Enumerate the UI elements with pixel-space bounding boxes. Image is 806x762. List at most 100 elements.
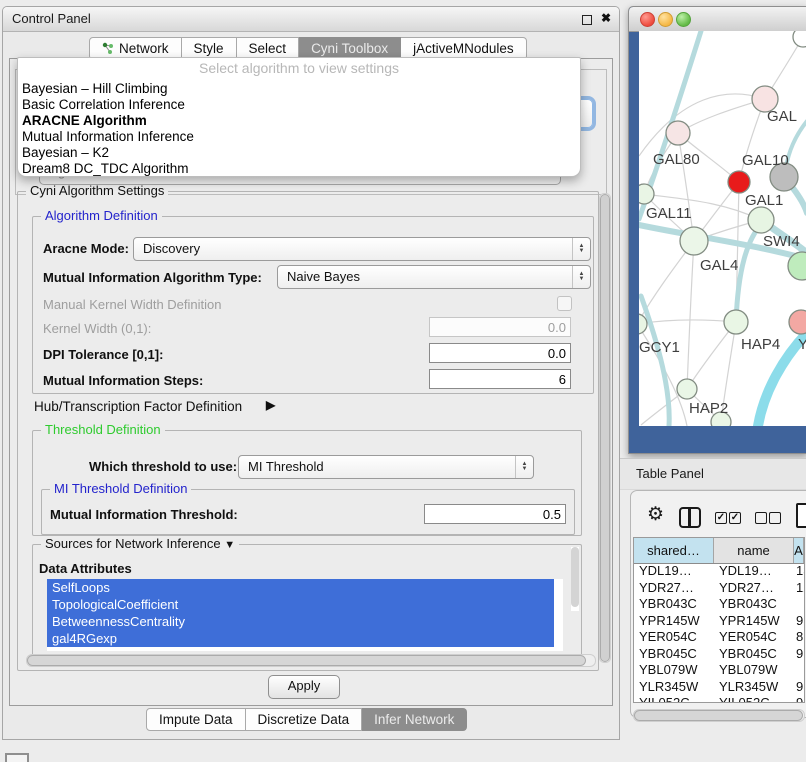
control-panel-titlebar[interactable]: Control Panel ✖ (3, 7, 619, 32)
algorithm-option[interactable]: Dream8 DC_TDC Algorithm (18, 161, 580, 177)
aracne-mode-combo[interactable]: Discovery ▲▼ (133, 237, 591, 261)
network-node[interactable] (789, 310, 806, 334)
zoom-traffic-light[interactable] (676, 12, 691, 27)
data-attribute-item[interactable]: BetweennessCentrality (47, 613, 554, 630)
threshold-definition-group: Threshold Definition Which threshold to … (32, 430, 582, 536)
tab-infer-network[interactable]: Infer Network (362, 708, 467, 731)
table-panel-header: Table Panel (620, 458, 806, 490)
table-row[interactable]: YPR145WYPR145W9. (634, 613, 804, 630)
deselect-checkbox-icon[interactable] (755, 512, 767, 524)
combo-stepper-icon: ▲▼ (515, 456, 533, 478)
table-cell: YLR345W (639, 679, 698, 696)
mi-threshold-field[interactable] (424, 504, 566, 524)
collapse-arrow-icon[interactable]: ▶ (266, 398, 275, 412)
tab-label: Select (249, 38, 287, 59)
network-node[interactable] (680, 227, 708, 255)
data-attributes-list: SelfLoopsTopologicalCoefficientBetweenne… (47, 579, 563, 651)
table-row[interactable]: YLR345W YLR345W 9. (634, 679, 804, 696)
table-cell: 8. (796, 629, 804, 646)
network-node-label: Y (798, 336, 806, 353)
table-cell: 13 (796, 563, 804, 580)
columns-icon[interactable] (679, 507, 701, 528)
algorithm-option[interactable]: Bayesian – Hill Climbing (18, 81, 580, 97)
aracne-mode-value: Discovery (143, 238, 200, 260)
network-node[interactable] (748, 207, 774, 233)
threshold-definition-title: Threshold Definition (41, 422, 165, 437)
data-attribute-item[interactable]: gal4RGexp (47, 630, 554, 647)
gear-icon[interactable]: ⚙ (647, 503, 664, 526)
table-row[interactable]: YBR043CYBR043C (634, 596, 804, 613)
mi-threshold-label: Mutual Information Threshold: (50, 507, 238, 522)
network-node[interactable] (724, 310, 748, 334)
settings-horizontal-scrollbar[interactable] (26, 654, 596, 667)
close-icon[interactable]: ✖ (601, 11, 611, 25)
apply-button[interactable]: Apply (268, 675, 340, 699)
table-row[interactable]: YDL19…YDL19…13 (634, 563, 804, 580)
table-horizontal-scrollbar[interactable] (633, 709, 805, 722)
hub-definition-label[interactable]: Hub/Transcription Factor Definition (34, 399, 242, 414)
network-canvas[interactable]: GALGAL80GAL10GAL1GAL11SWI4GAL4GCY1HAP4YH… (639, 31, 806, 426)
network-node[interactable] (793, 31, 806, 47)
mi-type-combo[interactable]: Naive Bayes ▲▼ (277, 265, 591, 289)
column-header-name[interactable]: name (714, 538, 794, 563)
table-row[interactable]: YER054CYER054C8. (634, 629, 804, 646)
table-row[interactable]: YDR27…YDR27…12 (634, 580, 804, 597)
sources-group-title[interactable]: Sources for Network Inference ▼ (41, 536, 239, 551)
manual-kernel-checkbox[interactable] (557, 296, 572, 311)
select-all-checkbox-icon[interactable]: ✓ (715, 512, 727, 524)
minimize-traffic-light[interactable] (658, 12, 673, 27)
which-threshold-value: MI Threshold (248, 456, 324, 478)
algorithm-dropdown-prompt: Select algorithm to view settings (18, 58, 580, 81)
algorithm-dropdown-popup: Select algorithm to view settings Bayesi… (17, 57, 581, 177)
mi-steps-field[interactable] (429, 369, 571, 389)
table-cell: YIL052C (639, 695, 690, 702)
network-node-label: GAL10 (742, 152, 789, 169)
tab-impute-data[interactable]: Impute Data (146, 708, 246, 731)
table-row[interactable]: YBL079WYBL079W (634, 662, 804, 679)
network-node[interactable] (677, 379, 697, 399)
deselect-checkbox-icon[interactable] (769, 512, 781, 524)
mi-steps-label: Mutual Information Steps: (43, 373, 203, 388)
tab-label: Style (194, 38, 224, 59)
settings-group-title: Cyni Algorithm Settings (26, 183, 168, 198)
data-attribute-item[interactable]: TopologicalCoefficient (47, 596, 554, 613)
network-node-label: HAP4 (741, 336, 780, 353)
table-cell: YLR345W (719, 679, 778, 696)
document-icon[interactable] (796, 503, 806, 528)
table-cell: YDR27… (719, 580, 774, 597)
minimized-panel-icon[interactable] (5, 753, 29, 762)
dpi-tolerance-field[interactable] (429, 343, 571, 363)
table-row[interactable]: YIL052CYIL052C9. (634, 695, 804, 702)
which-threshold-combo[interactable]: MI Threshold ▲▼ (238, 455, 534, 479)
algorithm-option[interactable]: Mutual Information Inference (18, 129, 580, 145)
algorithm-option[interactable]: Basic Correlation Inference (18, 97, 580, 113)
table-cell: YPR145W (639, 613, 700, 630)
algorithm-option[interactable]: ARACNE Algorithm (18, 113, 580, 129)
data-attribute-item[interactable]: SelfLoops (47, 579, 554, 596)
settings-vertical-scrollbar[interactable] (599, 193, 611, 663)
table-cell: 9. (796, 679, 804, 696)
node-table: shared… name A YDL19…YDL19…13YDR27… YDR27… (633, 537, 805, 703)
column-header-partial[interactable]: A (794, 538, 804, 563)
network-node[interactable] (639, 184, 654, 204)
select-all-checkbox-icon[interactable]: ✓ (729, 512, 741, 524)
close-traffic-light[interactable] (640, 12, 655, 27)
tab-label: jActiveMNodules (413, 38, 514, 59)
column-header-shared-name[interactable]: shared… (634, 538, 714, 563)
kernel-width-field[interactable] (429, 317, 571, 337)
table-cell: YDR27… (639, 580, 694, 597)
tab-discretize-data[interactable]: Discretize Data (246, 708, 363, 731)
table-cell: YBR043C (639, 596, 697, 613)
tab-label: Impute Data (159, 709, 233, 730)
network-node-label: SWI4 (763, 233, 800, 250)
network-window-titlebar[interactable] (629, 7, 806, 32)
table-row[interactable]: YBR045CYBR045C9. (634, 646, 804, 663)
combo-stepper-icon: ▲▼ (572, 238, 590, 260)
float-window-icon[interactable] (582, 15, 592, 25)
mi-threshold-group-title: MI Threshold Definition (50, 481, 191, 496)
tab-label: Network (119, 38, 169, 59)
attributes-scrollbar[interactable] (571, 547, 579, 611)
network-node[interactable] (666, 121, 690, 145)
network-node[interactable] (728, 171, 750, 193)
algorithm-option[interactable]: Bayesian – K2 (18, 145, 580, 161)
